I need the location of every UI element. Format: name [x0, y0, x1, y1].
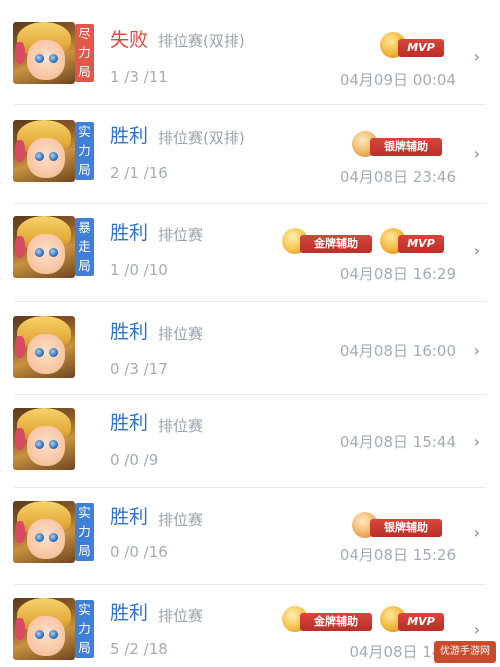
kda-score: 1 /3 /11: [110, 68, 168, 86]
mode-tag: 实力局: [75, 122, 94, 180]
mvp-badge: MVP: [380, 606, 446, 632]
match-row[interactable]: 胜利 排位赛 0 /3 /17 04月08日 16:00 ›: [0, 302, 500, 395]
badge-label: MVP: [398, 39, 444, 57]
mode-tag-char: 实: [78, 602, 91, 617]
match-time: 04月08日 16:00: [339, 342, 456, 360]
chevron-right-icon[interactable]: ›: [474, 342, 480, 360]
mode-tag-char: 力: [78, 621, 91, 636]
mvp-badge: MVP: [380, 228, 446, 254]
mode-tag-char: 实: [78, 124, 91, 139]
mode-tag-char: 局: [78, 258, 91, 273]
match-time: 04月08日 23:46: [339, 168, 456, 186]
match-row[interactable]: 胜利 排位赛 0 /0 /9 04月08日 15:44 ›: [0, 395, 500, 488]
badge-label: 金牌辅助: [300, 235, 372, 253]
mode-tag-char: 实: [78, 505, 91, 520]
mode-tag-char: 局: [78, 543, 91, 558]
hero-avatar: [13, 120, 75, 182]
badge-label: MVP: [398, 235, 444, 253]
kda-score: 5 /2 /18: [110, 640, 168, 658]
mvp-badge: MVP: [380, 32, 446, 58]
mode-tag: 实力局: [75, 503, 94, 561]
match-history-list: 尽力局 失败 排位赛(双排) 1 /3 /11 MVP 04月09日 00:04…: [0, 0, 500, 667]
mode-tag-char: 走: [78, 239, 91, 254]
rank-type: 排位赛: [158, 226, 204, 244]
rank-type: 排位赛: [158, 417, 204, 435]
match-row[interactable]: 实力局 胜利 排位赛 0 /0 /16 银牌辅助 04月08日 15:26 ›: [0, 488, 500, 581]
rank-type: 排位赛: [158, 325, 204, 343]
silver-support-badge: 银牌辅助: [352, 512, 444, 538]
mode-tag: 实力局: [75, 600, 94, 658]
mode-tag-char: 力: [78, 524, 91, 539]
gold-support-badge: 金牌辅助: [282, 228, 374, 254]
match-result: 胜利: [110, 506, 149, 528]
chevron-right-icon[interactable]: ›: [474, 48, 480, 66]
match-result: 胜利: [110, 602, 149, 624]
badge-label: 银牌辅助: [370, 519, 442, 537]
mode-tag-char: 力: [78, 143, 91, 158]
match-result: 失败: [110, 29, 149, 51]
mode-tag-char: 局: [78, 162, 91, 177]
mode-tag-char: 局: [78, 64, 91, 79]
mode-tag-char: 力: [78, 45, 91, 60]
chevron-right-icon[interactable]: ›: [474, 242, 480, 260]
silver-support-badge: 银牌辅助: [352, 131, 444, 157]
match-time: 04月09日 00:04: [339, 71, 456, 89]
hero-avatar: [13, 598, 75, 660]
chevron-right-icon[interactable]: ›: [474, 433, 480, 451]
gold-support-badge: 金牌辅助: [282, 606, 374, 632]
badge-label: 银牌辅助: [370, 138, 442, 156]
hero-avatar: [13, 501, 75, 563]
chevron-right-icon[interactable]: ›: [474, 145, 480, 163]
match-time: 04月08日 15:26: [339, 546, 456, 564]
mode-tag: 尽力局: [75, 24, 94, 82]
chevron-right-icon[interactable]: ›: [474, 621, 480, 639]
match-result: 胜利: [110, 125, 149, 147]
mode-tag-char: 尽: [78, 26, 91, 41]
match-time: 04月08日 15:44: [339, 433, 456, 451]
kda-score: 1 /0 /10: [110, 261, 168, 279]
hero-avatar: [13, 22, 75, 84]
match-result: 胜利: [110, 321, 149, 343]
rank-type: 排位赛: [158, 607, 204, 625]
match-time: 04月08日 16:29: [339, 265, 456, 283]
match-row[interactable]: 实力局 胜利 排位赛 5 /2 /18 金牌辅助 MVP 04月08日 14:3…: [0, 585, 500, 667]
match-row[interactable]: 实力局 胜利 排位赛(双排) 2 /1 /16 银牌辅助 04月08日 23:4…: [0, 105, 500, 198]
rank-type: 排位赛: [158, 511, 204, 529]
mode-tag-char: 局: [78, 640, 91, 655]
match-result: 胜利: [110, 222, 149, 244]
mode-tag-char: 暴: [78, 220, 91, 235]
kda-score: 0 /3 /17: [110, 360, 168, 378]
match-result: 胜利: [110, 412, 149, 434]
rank-type: 排位赛(双排): [158, 129, 245, 147]
hero-avatar: [13, 408, 75, 470]
chevron-right-icon[interactable]: ›: [474, 524, 480, 542]
match-row[interactable]: 尽力局 失败 排位赛(双排) 1 /3 /11 MVP 04月09日 00:04…: [0, 10, 500, 103]
mode-tag: 暴走局: [75, 218, 94, 276]
match-row[interactable]: 暴走局 胜利 排位赛 1 /0 /10 金牌辅助 MVP 04月08日 16:2…: [0, 204, 500, 297]
watermark-logo: 优游手游网: [434, 641, 496, 663]
hero-avatar: [13, 316, 75, 378]
rank-type: 排位赛(双排): [158, 32, 245, 50]
kda-score: 0 /0 /9: [110, 451, 159, 469]
kda-score: 2 /1 /16: [110, 164, 168, 182]
badge-label: 金牌辅助: [300, 613, 372, 631]
badge-label: MVP: [398, 613, 444, 631]
kda-score: 0 /0 /16: [110, 543, 168, 561]
hero-avatar: [13, 216, 75, 278]
